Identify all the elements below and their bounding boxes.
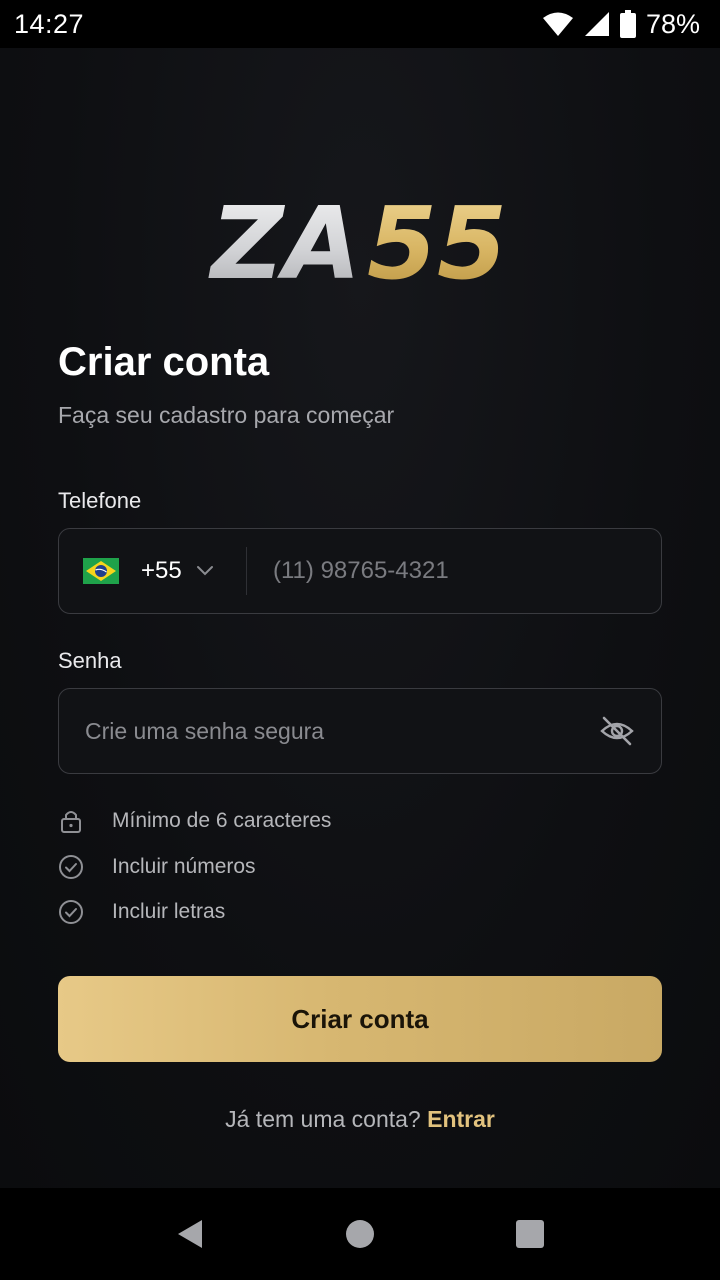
signin-link[interactable]: Entrar bbox=[427, 1106, 495, 1132]
nav-home-button[interactable] bbox=[330, 1204, 390, 1264]
page-subtitle: Faça seu cadastro para começar bbox=[58, 402, 395, 428]
wifi-icon bbox=[542, 12, 573, 36]
status-bar: 14:27 78% bbox=[0, 0, 720, 48]
requirement-text: Incluir letras bbox=[112, 900, 226, 923]
country-code-selector[interactable]: +55 bbox=[59, 547, 247, 595]
password-field bbox=[58, 688, 662, 774]
signin-prompt-text: Já tem uma conta? bbox=[225, 1106, 421, 1132]
phone-field: +55 bbox=[58, 528, 662, 614]
password-label: Senha bbox=[58, 648, 122, 673]
toggle-password-visibility-button[interactable] bbox=[597, 711, 637, 751]
phone-input[interactable] bbox=[247, 529, 661, 613]
lock-icon bbox=[58, 808, 84, 834]
home-icon bbox=[346, 1220, 374, 1248]
requirement-text: Mínimo de 6 caracteres bbox=[112, 809, 332, 832]
logo-text-55: 55 bbox=[367, 190, 507, 290]
signal-icon bbox=[584, 12, 609, 36]
brazil-flag-icon bbox=[83, 558, 119, 584]
eye-off-icon bbox=[600, 716, 634, 746]
page-title: Criar conta bbox=[58, 340, 270, 384]
battery-icon bbox=[619, 10, 636, 38]
logo-text-za: ZA bbox=[208, 190, 361, 290]
za55-logo: ZA 55 bbox=[208, 190, 507, 290]
check-circle-icon bbox=[58, 854, 84, 880]
signin-prompt: Já tem uma conta? Entrar bbox=[0, 1106, 720, 1133]
back-icon bbox=[178, 1220, 202, 1248]
requirement-text: Incluir números bbox=[112, 855, 256, 878]
password-input[interactable] bbox=[59, 689, 597, 773]
status-time: 14:27 bbox=[14, 8, 85, 39]
country-code: +55 bbox=[141, 557, 182, 584]
chevron-down-icon bbox=[196, 566, 213, 576]
requirement-min-length: Mínimo de 6 caracteres bbox=[58, 808, 331, 834]
phone-label: Telefone bbox=[58, 488, 142, 513]
check-circle-icon bbox=[58, 899, 84, 925]
nav-back-button[interactable] bbox=[160, 1204, 220, 1264]
recents-icon bbox=[516, 1220, 544, 1248]
battery-percentage: 78% bbox=[645, 8, 700, 39]
nav-recents-button[interactable] bbox=[500, 1204, 560, 1264]
requirement-letters: Incluir letras bbox=[58, 899, 225, 925]
create-account-button[interactable]: Criar conta bbox=[58, 976, 662, 1062]
requirement-numbers: Incluir números bbox=[58, 854, 256, 880]
status-icons: 78% bbox=[542, 9, 700, 40]
system-nav-bar bbox=[0, 1188, 720, 1280]
